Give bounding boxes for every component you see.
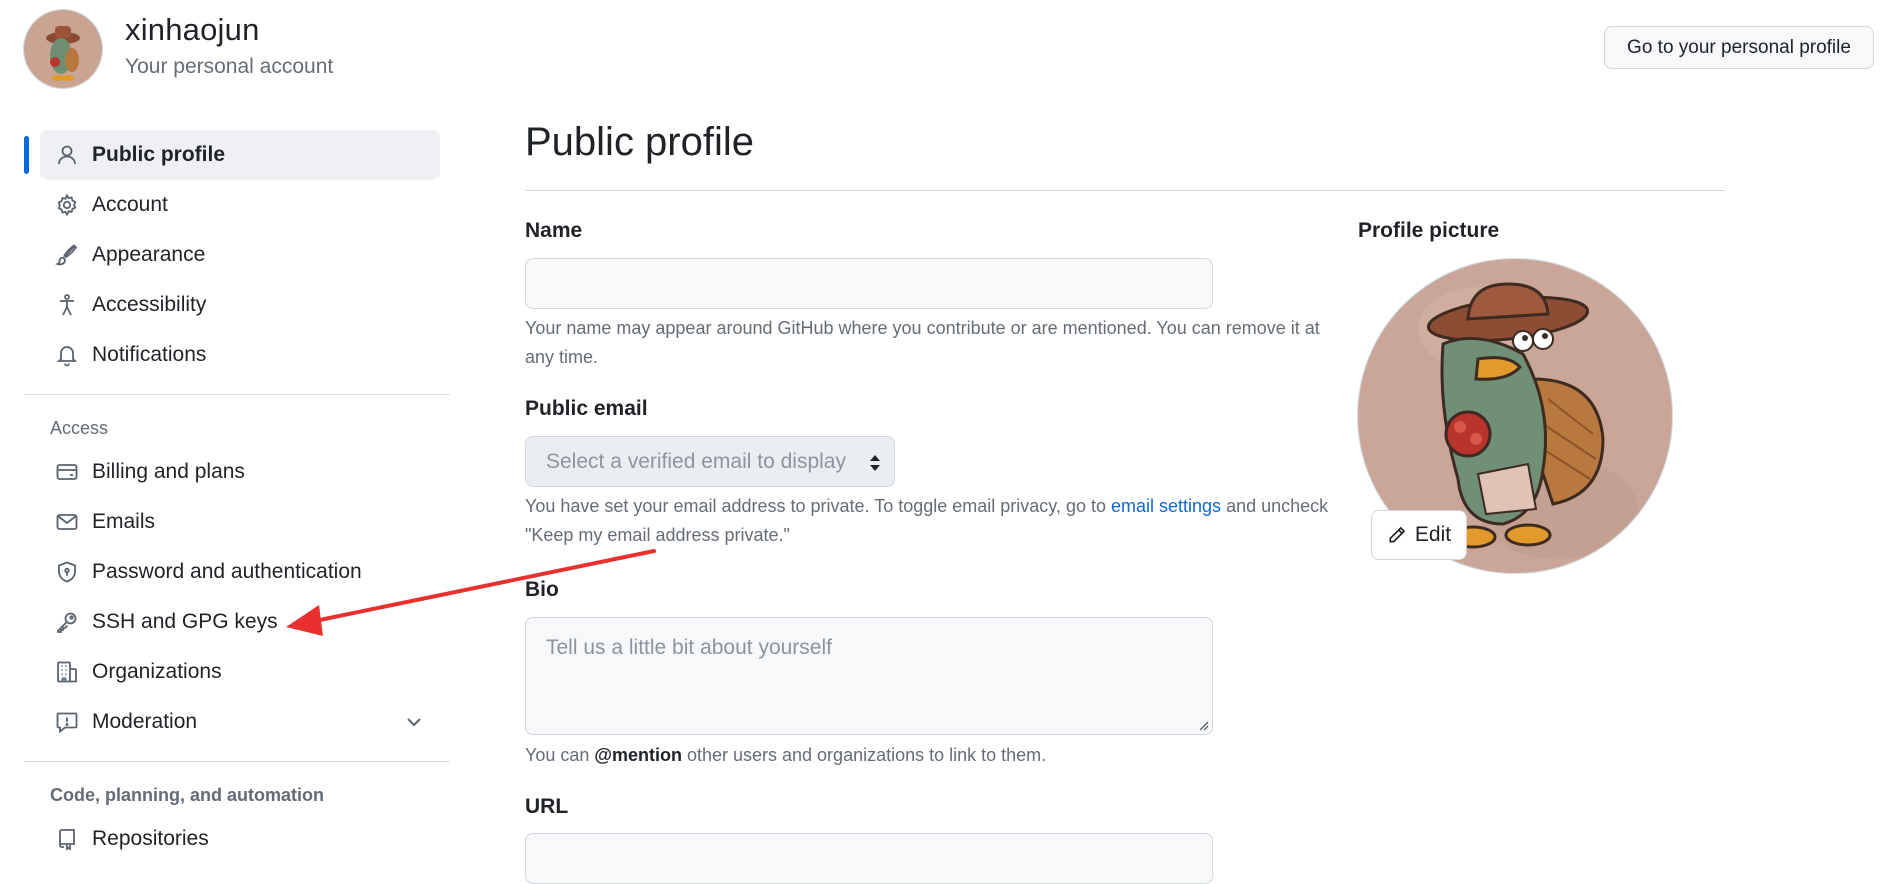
sidebar-item-password-auth[interactable]: Password and authentication: [40, 547, 440, 597]
bio-label: Bio: [525, 578, 559, 601]
select-caret-icon: [870, 455, 880, 471]
sidebar-item-label: Account: [92, 193, 168, 216]
url-label: URL: [525, 795, 569, 818]
settings-sidebar: Public profile Account Appearance Access…: [24, 130, 452, 864]
name-label: Name: [525, 219, 583, 242]
public-email-note-text: You have set your email address to priva…: [525, 496, 1111, 516]
sidebar-item-label: Repositories: [92, 827, 209, 850]
url-field[interactable]: [525, 833, 1213, 884]
name-field[interactable]: [525, 258, 1213, 309]
sidebar-item-appearance[interactable]: Appearance: [40, 230, 440, 280]
sidebar-divider: [24, 761, 450, 762]
avatar-image: [24, 10, 102, 88]
sidebar-item-moderation[interactable]: Moderation: [40, 697, 440, 747]
repo-icon: [54, 826, 80, 852]
go-to-profile-button[interactable]: Go to your personal profile: [1604, 26, 1874, 69]
page-title: Public profile: [525, 120, 755, 164]
profile-picture-label: Profile picture: [1358, 219, 1500, 242]
sidebar-item-public-profile[interactable]: Public profile: [24, 130, 440, 180]
title-divider: [525, 190, 1725, 191]
name-note: Your name may appear around GitHub where…: [525, 318, 1320, 367]
shield-lock-icon: [54, 559, 80, 585]
bell-icon: [54, 342, 80, 368]
mention-text: @mention: [594, 745, 682, 765]
sidebar-item-label: Password and authentication: [92, 560, 362, 583]
organization-icon: [54, 659, 80, 685]
sidebar-section-code-planning: Code, planning, and automation: [50, 784, 324, 805]
sidebar-item-label: Public profile: [92, 143, 226, 166]
avatar[interactable]: [24, 10, 102, 88]
edit-button-label: Edit: [1414, 523, 1452, 546]
resize-grip-icon[interactable]: [1197, 719, 1209, 731]
account-username: xinhaojun: [125, 12, 260, 47]
sidebar-divider: [24, 394, 450, 395]
sidebar-item-account[interactable]: Account: [40, 180, 440, 230]
bio-placeholder: Tell us a little bit about yourself: [546, 636, 832, 659]
bio-note-text-end: other users and organizations to link to…: [681, 745, 1047, 765]
edit-profile-picture-button[interactable]: Edit: [1371, 510, 1467, 560]
sidebar-item-label: Accessibility: [92, 293, 207, 316]
profile-picture: Edit: [1358, 259, 1672, 573]
sidebar-item-label: Emails: [92, 510, 156, 533]
bio-textarea[interactable]: Tell us a little bit about yourself: [525, 617, 1213, 735]
chevron-down-icon[interactable]: [402, 710, 426, 734]
profile-settings-main: Public profile: [525, 120, 1725, 191]
sidebar-item-label: SSH and GPG keys: [92, 610, 278, 633]
gear-icon: [54, 192, 80, 218]
report-icon: [54, 709, 80, 735]
public-email-note: You have set your email address to priva…: [525, 492, 1335, 550]
sidebar-item-label: Appearance: [92, 243, 206, 266]
settings-header: xinhaojun Your personal account Go to yo…: [0, 0, 1893, 100]
public-email-selected: Select a verified email to display: [546, 449, 846, 473]
sidebar-item-accessibility[interactable]: Accessibility: [40, 280, 440, 330]
sidebar-item-repositories[interactable]: Repositories: [40, 814, 440, 864]
sidebar-item-emails[interactable]: Emails: [40, 497, 440, 547]
sidebar-item-ssh-gpg-keys[interactable]: SSH and GPG keys: [40, 597, 440, 647]
sidebar-item-label: Notifications: [92, 343, 207, 366]
bio-note-text: You can: [525, 745, 595, 765]
sidebar-item-label: Organizations: [92, 660, 222, 683]
accessibility-icon: [54, 292, 80, 318]
account-subtitle: Your personal account: [125, 55, 334, 78]
paintbrush-icon: [54, 242, 80, 268]
person-icon: [54, 142, 80, 168]
public-email-label: Public email: [525, 397, 648, 420]
key-icon: [54, 609, 80, 635]
mail-icon: [54, 509, 80, 535]
pencil-icon: [1389, 526, 1406, 543]
public-email-select[interactable]: Select a verified email to display: [525, 436, 895, 487]
email-settings-link[interactable]: email settings: [1111, 496, 1221, 516]
credit-card-icon: [54, 459, 80, 485]
sidebar-section-access: Access: [50, 417, 109, 438]
sidebar-item-label: Billing and plans: [92, 460, 245, 483]
sidebar-item-billing[interactable]: Billing and plans: [40, 447, 440, 497]
sidebar-item-notifications[interactable]: Notifications: [40, 330, 440, 380]
bio-note: You can @mention other users and organiz…: [525, 741, 1335, 770]
sidebar-item-label: Moderation: [92, 710, 198, 733]
sidebar-item-organizations[interactable]: Organizations: [40, 647, 440, 697]
